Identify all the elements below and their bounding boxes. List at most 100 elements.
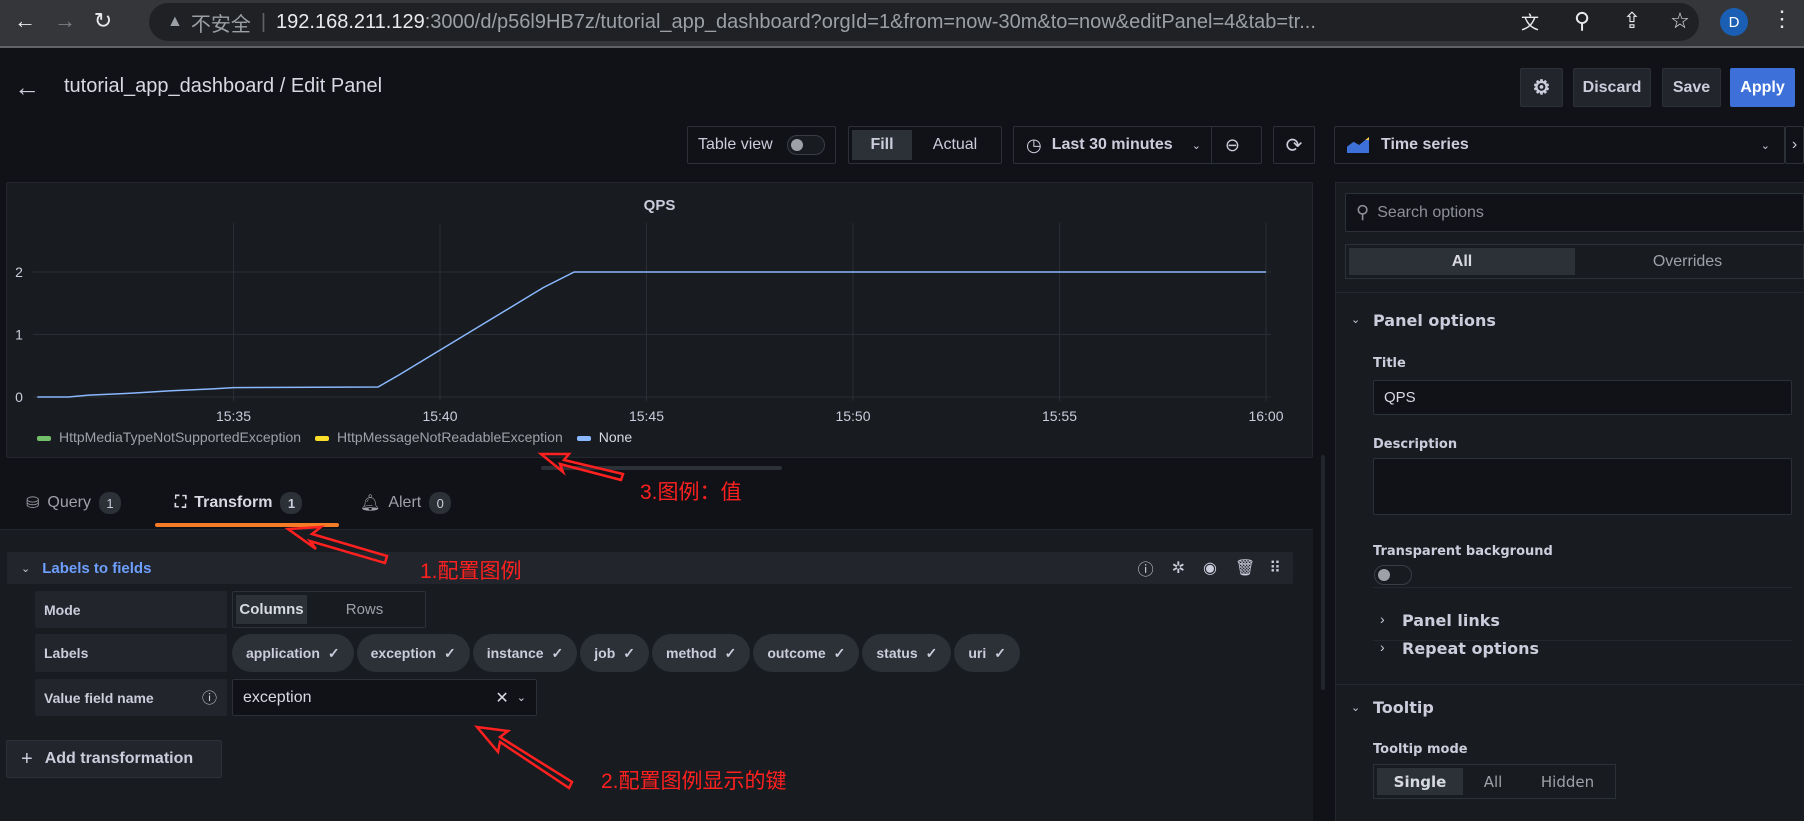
- options-tab-overrides[interactable]: Overrides: [1575, 248, 1800, 275]
- transparent-background-toggle[interactable]: [1374, 565, 1412, 585]
- warning-icon: ▲: [167, 13, 183, 30]
- transformation-header[interactable]: ⌄ Labels to fields ⓘ ✲ ◉ 🗑︎ ⠿: [7, 552, 1293, 584]
- menu-icon[interactable]: ⋮: [1767, 6, 1797, 32]
- share-icon[interactable]: ⇪: [1617, 8, 1647, 34]
- legend-swatch: [576, 435, 591, 441]
- chevron-down-icon: ⌄: [1760, 139, 1770, 152]
- tab-count: 0: [429, 492, 452, 514]
- tab-count: 1: [280, 492, 303, 514]
- toggle-switch[interactable]: [787, 135, 825, 155]
- label-chip[interactable]: exception ✓: [356, 634, 470, 672]
- profile-avatar[interactable]: D: [1720, 8, 1748, 36]
- legend-label: HttpMessageNotReadableException: [337, 429, 563, 445]
- x-tick-label: 15:35: [216, 408, 251, 423]
- zoom-icon[interactable]: ⚲: [1567, 8, 1597, 34]
- legend-item[interactable]: HttpMessageNotReadableException: [315, 429, 563, 445]
- scrollbar[interactable]: [1321, 455, 1325, 690]
- bug-icon[interactable]: ✲: [1172, 558, 1185, 578]
- chevron-down-icon[interactable]: ⌄: [1351, 701, 1360, 714]
- tab-transform[interactable]: ⛶ Transform 1: [175, 492, 303, 514]
- value-field-select[interactable]: exception ✕ ⌄: [232, 679, 537, 716]
- panel-links-header[interactable]: Panel links: [1402, 611, 1500, 630]
- drag-handle-icon[interactable]: ⠿: [1269, 558, 1281, 578]
- description-textarea[interactable]: [1373, 458, 1792, 515]
- tooltip-mode-selector: Single All Hidden: [1373, 764, 1616, 799]
- x-tick-label: 15:40: [422, 408, 457, 423]
- info-icon[interactable]: ⓘ: [1138, 556, 1154, 580]
- back-icon[interactable]: ←: [10, 8, 40, 34]
- apply-button[interactable]: Apply: [1730, 68, 1795, 107]
- tooltip-mode-all[interactable]: All: [1463, 768, 1523, 795]
- tooltip-mode-single[interactable]: Single: [1377, 768, 1463, 795]
- info-icon[interactable]: ⓘ: [202, 687, 217, 708]
- tab-label: Query: [47, 494, 91, 511]
- zoom-out-button[interactable]: ⊖: [1210, 127, 1253, 163]
- clear-icon[interactable]: ✕: [495, 688, 508, 708]
- pane-resize-handle[interactable]: [541, 466, 782, 470]
- tooltip-mode-label: Tooltip mode: [1373, 742, 1468, 757]
- mode-selector: Columns Rows: [232, 591, 426, 628]
- label-chip[interactable]: uri ✓: [954, 634, 1020, 672]
- trash-icon[interactable]: 🗑︎: [1235, 558, 1255, 578]
- label-chip-text: status: [876, 645, 918, 661]
- label-chip[interactable]: method ✓: [652, 634, 751, 672]
- add-transformation-button[interactable]: + Add transformation: [6, 740, 222, 778]
- mode-columns[interactable]: Columns: [236, 595, 307, 624]
- panel-options-header[interactable]: Panel options: [1373, 311, 1496, 330]
- label-chip[interactable]: application ✓: [232, 634, 354, 672]
- actual-option[interactable]: Actual: [912, 130, 998, 160]
- x-tick-label: 15:55: [1042, 408, 1077, 423]
- search-options-input[interactable]: ⚲ Search options: [1345, 193, 1804, 232]
- tab-alert[interactable]: 🔔︎ Alert 0: [360, 492, 452, 514]
- options-tab-all[interactable]: All: [1349, 248, 1575, 275]
- x-tick-label: 15:50: [835, 408, 870, 423]
- time-picker[interactable]: ◷ Last 30 minutes ⌄ ⊖: [1013, 126, 1262, 164]
- tab-query[interactable]: ⛁ Query 1: [26, 492, 121, 514]
- tooltip-mode-hidden[interactable]: Hidden: [1523, 768, 1612, 795]
- table-view-toggle[interactable]: Table view: [687, 126, 836, 164]
- tooltip-header[interactable]: Tooltip: [1373, 698, 1434, 717]
- value-field-label: Value field name ⓘ: [35, 679, 227, 716]
- save-button[interactable]: Save: [1662, 68, 1721, 107]
- eye-icon[interactable]: ◉: [1203, 558, 1217, 578]
- label-chip[interactable]: job ✓: [580, 634, 650, 672]
- mode-rows[interactable]: Rows: [307, 595, 422, 624]
- visualization-picker[interactable]: Time series ⌄: [1334, 126, 1785, 164]
- back-arrow-icon[interactable]: ←: [14, 72, 40, 103]
- reload-icon[interactable]: ↻: [88, 8, 118, 34]
- chevron-down-icon[interactable]: ⌄: [21, 562, 30, 575]
- chevron-down-icon[interactable]: ⌄: [1351, 313, 1360, 326]
- label-chip[interactable]: outcome ✓: [753, 634, 860, 672]
- repeat-options-header[interactable]: Repeat options: [1402, 639, 1539, 658]
- chevron-right-icon[interactable]: ›: [1380, 611, 1385, 627]
- chevron-down-icon: ⌄: [1191, 139, 1201, 152]
- legend-swatch: [315, 435, 330, 441]
- legend-item[interactable]: HttpMediaTypeNotSupportedException: [37, 429, 301, 445]
- star-icon[interactable]: ☆: [1665, 8, 1695, 34]
- label-chip[interactable]: instance ✓: [472, 634, 578, 672]
- chart-legend: HttpMediaTypeNotSupportedException HttpMe…: [37, 429, 646, 445]
- legend-item[interactable]: None: [576, 429, 632, 445]
- label-chip-text: application: [246, 645, 320, 661]
- annotation-legend-key: 2.配置图例显示的键: [601, 770, 787, 793]
- refresh-button[interactable]: ⟳: [1273, 126, 1315, 164]
- check-icon: ✓: [444, 644, 456, 661]
- annotation-legend-value: 3.图例：值: [640, 481, 742, 504]
- fill-option[interactable]: Fill: [852, 130, 912, 160]
- collapse-options-button[interactable]: ›: [1785, 126, 1804, 164]
- y-tick-label: 2: [15, 264, 23, 280]
- bell-icon: 🔔︎: [360, 495, 381, 512]
- address-bar[interactable]: ▲ 不安全 | 192.168.211.129 :3000/d/p56l9HB7…: [149, 3, 1699, 41]
- translate-icon[interactable]: 文: [1515, 9, 1545, 35]
- forward-icon[interactable]: →: [50, 8, 80, 34]
- fill-actual-group: Fill Actual: [848, 126, 1002, 164]
- browser-toolbar: ← → ↻ ▲ 不安全 | 192.168.211.129 :3000/d/p5…: [0, 0, 1804, 48]
- discard-button[interactable]: Discard: [1573, 68, 1651, 107]
- x-tick-label: 15:45: [629, 408, 664, 423]
- label-chip[interactable]: status ✓: [862, 634, 952, 672]
- settings-button[interactable]: ⚙: [1520, 68, 1563, 107]
- title-input[interactable]: QPS: [1373, 380, 1792, 415]
- chevron-right-icon[interactable]: ›: [1380, 639, 1385, 655]
- tab-count: 1: [98, 492, 121, 514]
- label-chip-text: job: [594, 645, 616, 661]
